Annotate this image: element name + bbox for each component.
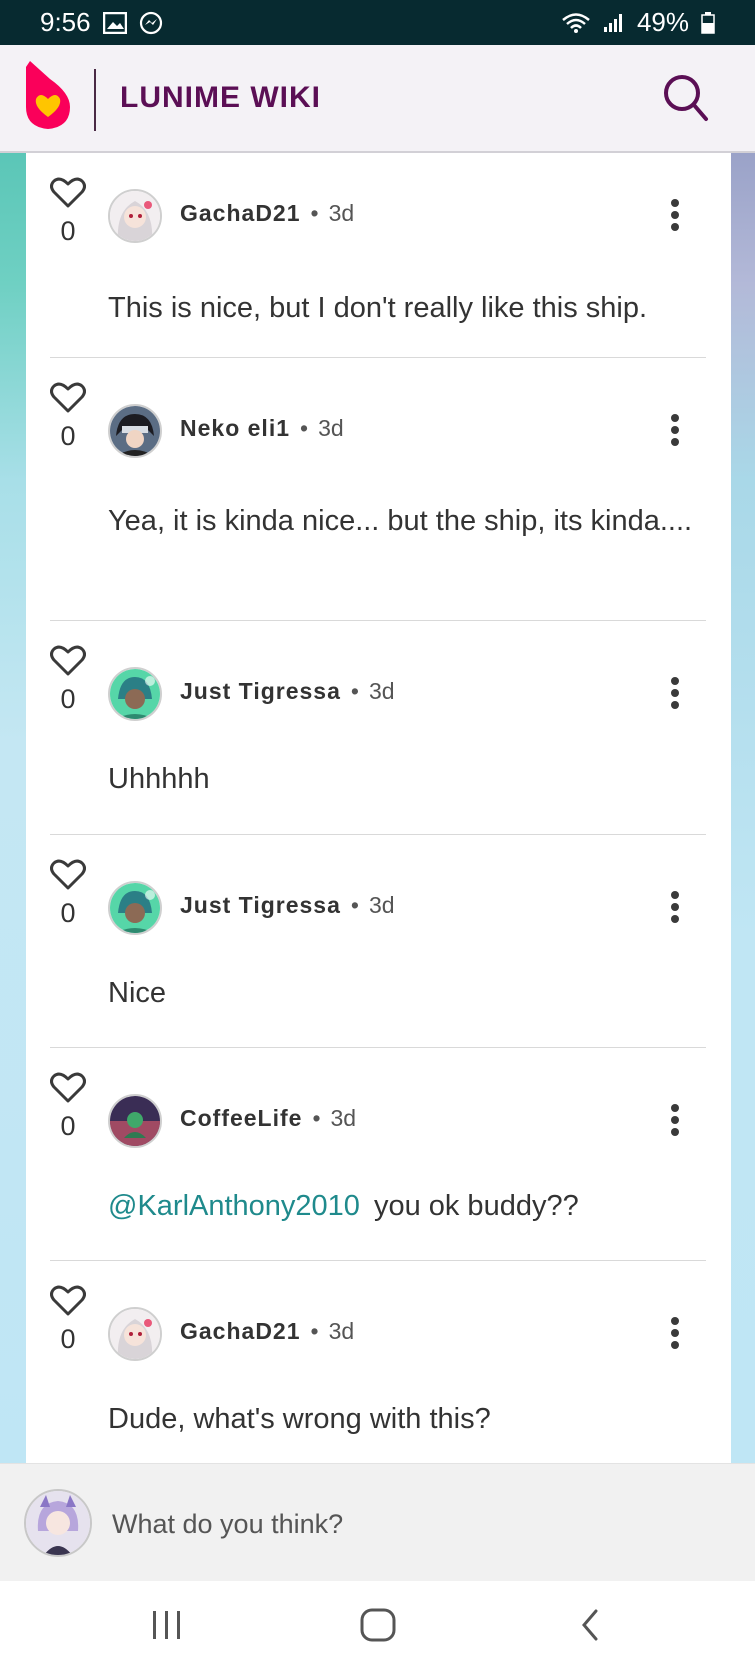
battery-icon <box>701 11 715 34</box>
current-user-avatar[interactable] <box>24 1489 92 1557</box>
heart-icon[interactable] <box>50 859 86 896</box>
separator-dot: • <box>350 678 359 704</box>
heart-icon[interactable] <box>50 177 86 214</box>
comments-list[interactable]: 0 GachaD21 • 3d This is nice, but I don'… <box>26 153 731 1463</box>
like-control: 0 <box>50 1072 86 1142</box>
comment-meta: Just Tigressa • 3d <box>180 678 395 705</box>
battery-percent: 49% <box>636 7 689 37</box>
more-options-icon[interactable] <box>660 673 690 713</box>
more-options-icon[interactable] <box>660 1313 690 1353</box>
status-time: 9:56 <box>40 7 91 37</box>
more-options-icon[interactable] <box>660 887 690 927</box>
comment-meta: Just Tigressa • 3d <box>180 892 395 919</box>
comment-meta: Neko eli1 • 3d <box>180 415 344 442</box>
comment-author[interactable]: GachaD21 <box>180 1318 301 1345</box>
like-count: 0 <box>60 216 76 246</box>
comment-time: 3d <box>330 1105 357 1131</box>
fandom-logo-icon[interactable] <box>22 59 74 136</box>
app-bar: LUNIME WIKI <box>0 45 755 153</box>
heart-icon[interactable] <box>50 1285 86 1322</box>
comment-text: @KarlAnthony2010 you ok buddy?? <box>108 1190 579 1222</box>
comment-author[interactable]: GachaD21 <box>180 200 301 227</box>
app-bar-divider <box>94 69 96 131</box>
comment-item: 0 Neko eli1 • 3d Yea, it is kinda nice..… <box>50 358 706 621</box>
comment-time: 3d <box>328 1318 355 1344</box>
comment-meta: GachaD21 • 3d <box>180 1318 354 1345</box>
recent-apps-icon[interactable] <box>150 1605 184 1650</box>
comment-item: 0 CoffeeLife • 3d @KarlAnthony2010 you ok… <box>50 1048 706 1261</box>
comment-item: 0 GachaD21 • 3d This is nice, but I don'… <box>50 153 706 358</box>
system-nav-bar <box>0 1581 755 1678</box>
home-icon[interactable] <box>359 1605 397 1650</box>
like-control: 0 <box>50 859 86 929</box>
like-count: 0 <box>60 421 76 451</box>
comment-text: Dude, what's wrong with this? <box>108 1403 491 1435</box>
like-count: 0 <box>60 1324 76 1354</box>
comment-text: This is nice, but I don't really like th… <box>108 292 648 324</box>
comment-meta: GachaD21 • 3d <box>180 200 354 227</box>
avatar[interactable] <box>108 667 162 721</box>
gallery-icon <box>102 11 127 34</box>
like-control: 0 <box>50 177 86 247</box>
comment-time: 3d <box>328 200 355 226</box>
comment-time: 3d <box>368 892 395 918</box>
comment-author[interactable]: Neko eli1 <box>180 415 290 442</box>
like-count: 0 <box>60 1111 76 1141</box>
comment-item: 0 Just Tigressa • 3d Nice <box>50 835 706 1048</box>
more-options-icon[interactable] <box>660 1100 690 1140</box>
more-options-icon[interactable] <box>660 410 690 450</box>
background-art-right <box>731 153 755 1463</box>
comment-text: Uhhhhh <box>108 763 210 795</box>
avatar[interactable] <box>108 1094 162 1148</box>
comment-input[interactable] <box>110 1496 714 1552</box>
like-control: 0 <box>50 645 86 715</box>
more-options-icon[interactable] <box>660 195 690 235</box>
avatar[interactable] <box>108 189 162 243</box>
avatar[interactable] <box>108 881 162 935</box>
separator-dot: • <box>310 200 319 226</box>
like-count: 0 <box>60 684 76 714</box>
comment-text: Nice <box>108 977 167 1009</box>
separator-dot: • <box>350 892 359 918</box>
heart-icon[interactable] <box>50 382 86 419</box>
comment-item: 0 Just Tigressa • 3d Uhhhhh <box>50 621 706 835</box>
status-bar: 9:56 49% <box>0 0 755 45</box>
wiki-title[interactable]: LUNIME WIKI <box>120 81 321 115</box>
like-count: 0 <box>60 898 76 928</box>
wifi-icon <box>561 12 591 34</box>
mention-link[interactable]: @KarlAnthony2010 <box>108 1190 360 1222</box>
comment-text: Yea, it is kinda nice... but the ship, i… <box>108 505 693 537</box>
search-icon[interactable] <box>662 73 710 128</box>
messenger-icon <box>139 11 163 35</box>
comment-author[interactable]: CoffeeLife <box>180 1105 302 1132</box>
comment-time: 3d <box>368 678 395 704</box>
comment-item: 0 GachaD21 • 3d Dude, what's wrong with … <box>50 1261 706 1463</box>
comment-composer <box>0 1463 755 1582</box>
like-control: 0 <box>50 382 86 452</box>
comment-author[interactable]: Just Tigressa <box>180 892 341 919</box>
separator-dot: • <box>310 1318 319 1344</box>
avatar[interactable] <box>108 1307 162 1361</box>
comment-time: 3d <box>318 415 344 441</box>
background-art-left <box>0 153 26 1463</box>
comment-meta: CoffeeLife • 3d <box>180 1105 356 1132</box>
back-icon[interactable] <box>576 1605 604 1650</box>
signal-icon <box>603 13 625 33</box>
heart-icon[interactable] <box>50 1072 86 1109</box>
heart-icon[interactable] <box>50 645 86 682</box>
separator-dot: • <box>300 415 309 441</box>
comment-author[interactable]: Just Tigressa <box>180 678 341 705</box>
avatar[interactable] <box>108 404 162 458</box>
separator-dot: • <box>312 1105 321 1131</box>
like-control: 0 <box>50 1285 86 1355</box>
